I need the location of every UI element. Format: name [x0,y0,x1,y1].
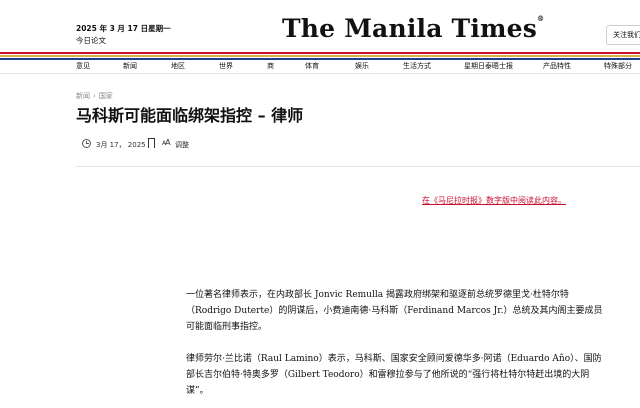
logo-registered-mark: ® [537,14,545,23]
font-size-icon[interactable]: AA [162,138,171,147]
top-header: 2025 年 3 月 17 日星期一 今日论文 The Manila Times… [0,0,640,52]
article-paragraph: 律师劳尔·兰比诺（Raul Lamino）表示，马科斯、国家安全顾问爱德华多·阿… [186,354,602,396]
publish-date: 3月 17， 2025 [96,141,146,149]
adjust-text-button[interactable]: 调整 [175,140,189,150]
nav-item-entertainment[interactable]: 娱乐 [355,60,369,73]
site-logo[interactable]: The Manila Times® [282,14,544,43]
nav-item-world[interactable]: 世界 [219,60,233,73]
nav-item-business[interactable]: 商 [267,60,274,73]
digital-edition-link[interactable]: 在《马尼拉时报》数字版中阅读此内容。 [422,195,566,206]
logo-text: The Manila Times [282,14,538,43]
follow-us-button[interactable]: 关注我们 [606,25,640,45]
nav-item-lifestyle[interactable]: 生活方式 [403,60,431,73]
main-nav: 意见 新闻 地区 世界 商 体育 娱乐 生活方式 星期日泰晤士报 产品特性 特殊… [0,60,640,74]
nav-item-features[interactable]: 产品特性 [543,60,571,73]
breadcrumb-national[interactable]: 国家 [99,92,113,100]
article-title: 马科斯可能面临绑架指控 – 律师 [76,106,304,125]
header-date: 2025 年 3 月 17 日星期一 [76,24,171,33]
breadcrumb: 新闻 › 国家 [76,91,113,101]
article-paragraph: 一位著名律师表示，在内政部长 Jonvic Remulla 揭露政府绑架和驱逐前… [186,290,603,332]
nav-item-regions[interactable]: 地区 [171,60,185,73]
bookmark-icon[interactable] [148,138,155,149]
font-size-icon-large: A [165,138,171,147]
nav-item-sunday-times[interactable]: 星期日泰晤士报 [464,60,513,73]
meta-divider [76,166,640,167]
todays-paper-link[interactable]: 今日论文 [76,35,106,46]
breadcrumb-separator: › [93,92,96,100]
clock-icon [82,139,91,148]
nav-item-sports[interactable]: 体育 [305,60,319,73]
nav-item-opinion[interactable]: 意见 [76,60,90,73]
nav-item-special-sections[interactable]: 特殊部分 [604,60,632,73]
nav-item-news[interactable]: 新闻 [123,60,137,73]
breadcrumb-news[interactable]: 新闻 [76,92,90,100]
nav-divider [0,73,640,74]
